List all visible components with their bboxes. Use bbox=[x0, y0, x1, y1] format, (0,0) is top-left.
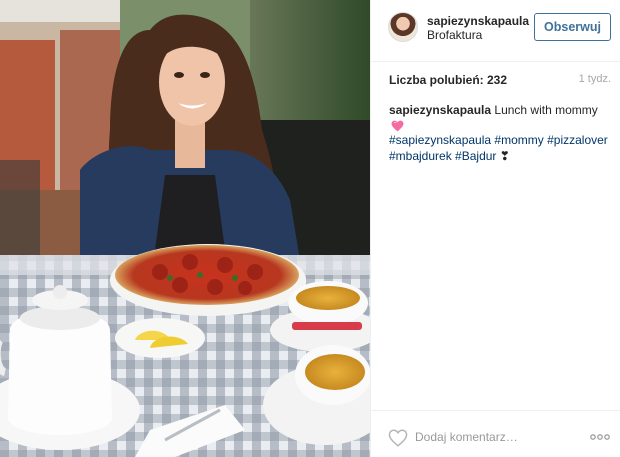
caption-username[interactable]: sapiezynskapaula bbox=[389, 103, 491, 117]
header-username[interactable]: sapiezynskapaula bbox=[427, 14, 529, 28]
post-details-panel: sapiezynskapaula Brofaktura Obserwuj Lic… bbox=[370, 0, 620, 457]
hashtag-link[interactable]: #mbajdurek bbox=[389, 149, 452, 163]
likes-row: Liczba polubień: 232 1 tydz. bbox=[389, 73, 611, 89]
post-header: sapiezynskapaula Brofaktura Obserwuj bbox=[371, 0, 620, 62]
avatar[interactable] bbox=[388, 12, 418, 42]
hashtag-link[interactable]: #mommy bbox=[494, 133, 543, 147]
caption: sapiezynskapaula Lunch with mommy bbox=[389, 102, 611, 134]
hashtag-link[interactable]: #pizzalover bbox=[547, 133, 608, 147]
hashtag-link[interactable]: #Bajdur bbox=[455, 149, 496, 163]
location-link[interactable]: Brofaktura bbox=[427, 28, 482, 42]
pink-heart-emoji-icon bbox=[391, 120, 404, 132]
caption-text: Lunch with mommy bbox=[494, 103, 598, 117]
hashtag-link[interactable]: #sapiezynskapaula bbox=[389, 133, 491, 147]
post-footer bbox=[371, 410, 620, 457]
likes-count[interactable]: Liczba polubień: 232 bbox=[389, 73, 507, 87]
heart-outline-icon[interactable] bbox=[388, 429, 408, 447]
hashtags: #sapiezynskapaula #mommy #pizzalover #mb… bbox=[389, 132, 611, 164]
follow-button[interactable]: Obserwuj bbox=[534, 13, 611, 41]
post-photo[interactable] bbox=[0, 0, 370, 457]
heart-exclamation-emoji: ❣ bbox=[499, 149, 510, 163]
instagram-post: sapiezynskapaula Brofaktura Obserwuj Lic… bbox=[0, 0, 620, 457]
post-time[interactable]: 1 tydz. bbox=[579, 73, 611, 85]
comment-input[interactable] bbox=[415, 427, 565, 447]
more-options-icon[interactable] bbox=[590, 433, 610, 441]
